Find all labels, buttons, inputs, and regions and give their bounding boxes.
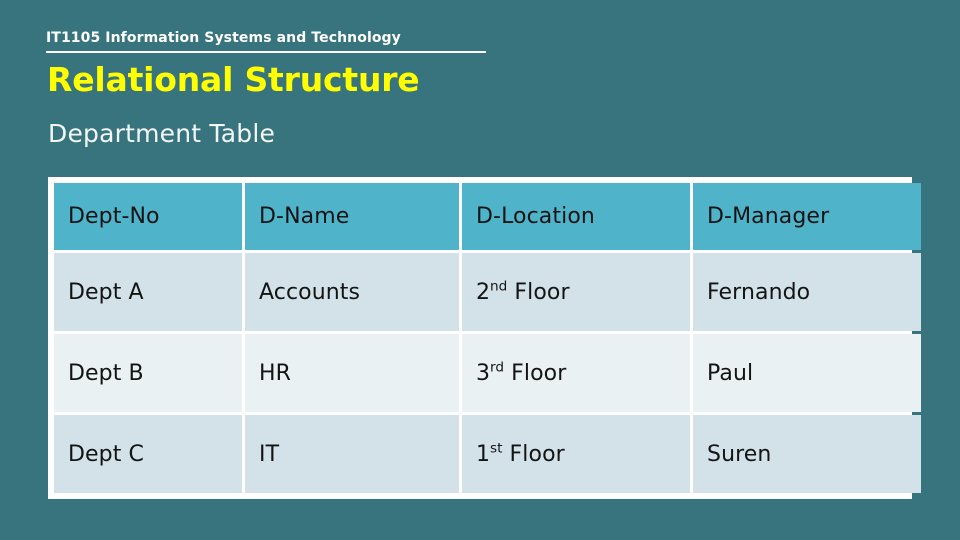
- location-ordinal-suffix: nd: [490, 278, 508, 295]
- column-header-d-name: D-Name: [245, 183, 459, 250]
- department-table: Dept-No D-Name D-Location D-Manager Dept…: [51, 180, 924, 496]
- location-word: Floor: [504, 360, 567, 386]
- location-ordinal-suffix: rd: [490, 359, 505, 376]
- table-row: Dept B HR 3rd Floor Paul: [54, 334, 921, 412]
- cell-d-name: Accounts: [245, 253, 459, 331]
- location-ordinal-suffix: st: [490, 440, 503, 457]
- page-title: Relational Structure: [47, 60, 420, 99]
- cell-d-location: 3rd Floor: [462, 334, 690, 412]
- table-row: Dept C IT 1st Floor Suren: [54, 415, 921, 493]
- cell-d-name: HR: [245, 334, 459, 412]
- table-header-row: Dept-No D-Name D-Location D-Manager: [54, 183, 921, 250]
- course-title-underline: IT1105 Information Systems and Technolog…: [46, 31, 486, 53]
- column-header-d-manager: D-Manager: [693, 183, 921, 250]
- page-subtitle: Department Table: [48, 119, 276, 148]
- location-number: 2: [476, 279, 490, 305]
- location-word: Floor: [502, 441, 565, 467]
- cell-d-location: 1st Floor: [462, 415, 690, 493]
- department-table-container: Dept-No D-Name D-Location D-Manager Dept…: [48, 177, 921, 499]
- cell-dept-no: Dept B: [54, 334, 242, 412]
- location-word: Floor: [507, 279, 570, 305]
- table-row: Dept A Accounts 2nd Floor Fernando: [54, 253, 921, 331]
- cell-d-name: IT: [245, 415, 459, 493]
- cell-d-manager: Suren: [693, 415, 921, 493]
- cell-d-location: 2nd Floor: [462, 253, 690, 331]
- table-header: Dept-No D-Name D-Location D-Manager: [54, 183, 921, 250]
- cell-d-manager: Paul: [693, 334, 921, 412]
- cell-dept-no: Dept C: [54, 415, 242, 493]
- column-header-d-location: D-Location: [462, 183, 690, 250]
- location-number: 1: [476, 441, 490, 467]
- slide: IT1105 Information Systems and Technolog…: [0, 0, 960, 540]
- table-body: Dept A Accounts 2nd Floor Fernando Dept …: [54, 253, 921, 493]
- cell-d-manager: Fernando: [693, 253, 921, 331]
- location-number: 3: [476, 360, 490, 386]
- course-title: IT1105 Information Systems and Technolog…: [46, 30, 401, 46]
- cell-dept-no: Dept A: [54, 253, 242, 331]
- column-header-dept-no: Dept-No: [54, 183, 242, 250]
